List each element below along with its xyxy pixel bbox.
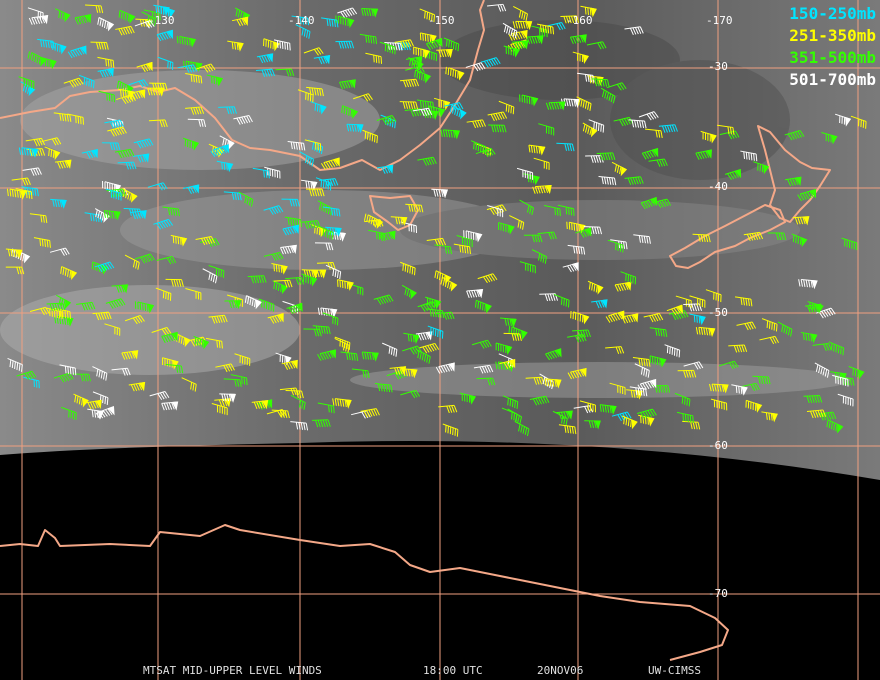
footer-source: UW-CIMSS: [648, 664, 701, 677]
antarctica-coast: [0, 524, 729, 661]
satellite-image: [0, 0, 880, 680]
wind-map: -130 -140 -150 -160 -170 -30 -40 -50 -60…: [0, 0, 880, 680]
footer-time: 18:00 UTC: [423, 664, 483, 677]
lat-label-60: -60: [708, 439, 728, 452]
footer-date: 20NOV06: [537, 664, 584, 677]
footer-product: MTSAT MID-UPPER LEVEL WINDS: [143, 664, 322, 677]
lon-label-170: -170: [706, 14, 733, 27]
legend-251-350mb: 251-350mb: [789, 26, 876, 45]
lat-label-50: -50: [708, 306, 728, 319]
legend-150-250mb: 150-250mb: [789, 4, 876, 23]
lat-label-70: -70: [708, 587, 728, 600]
legend-351-500mb: 351-500mb: [789, 48, 876, 67]
footer-caption: MTSAT MID-UPPER LEVEL WINDS 18:00 UTC 20…: [0, 664, 880, 678]
lat-label-30: -30: [708, 60, 728, 73]
lon-label-130: -130: [148, 14, 175, 27]
lon-label-140: -140: [288, 14, 315, 27]
lat-label-40: -40: [708, 180, 728, 193]
lon-label-160: -160: [566, 14, 593, 27]
lon-label-150: -150: [428, 14, 455, 27]
legend-501-700mb: 501-700mb: [789, 70, 876, 89]
